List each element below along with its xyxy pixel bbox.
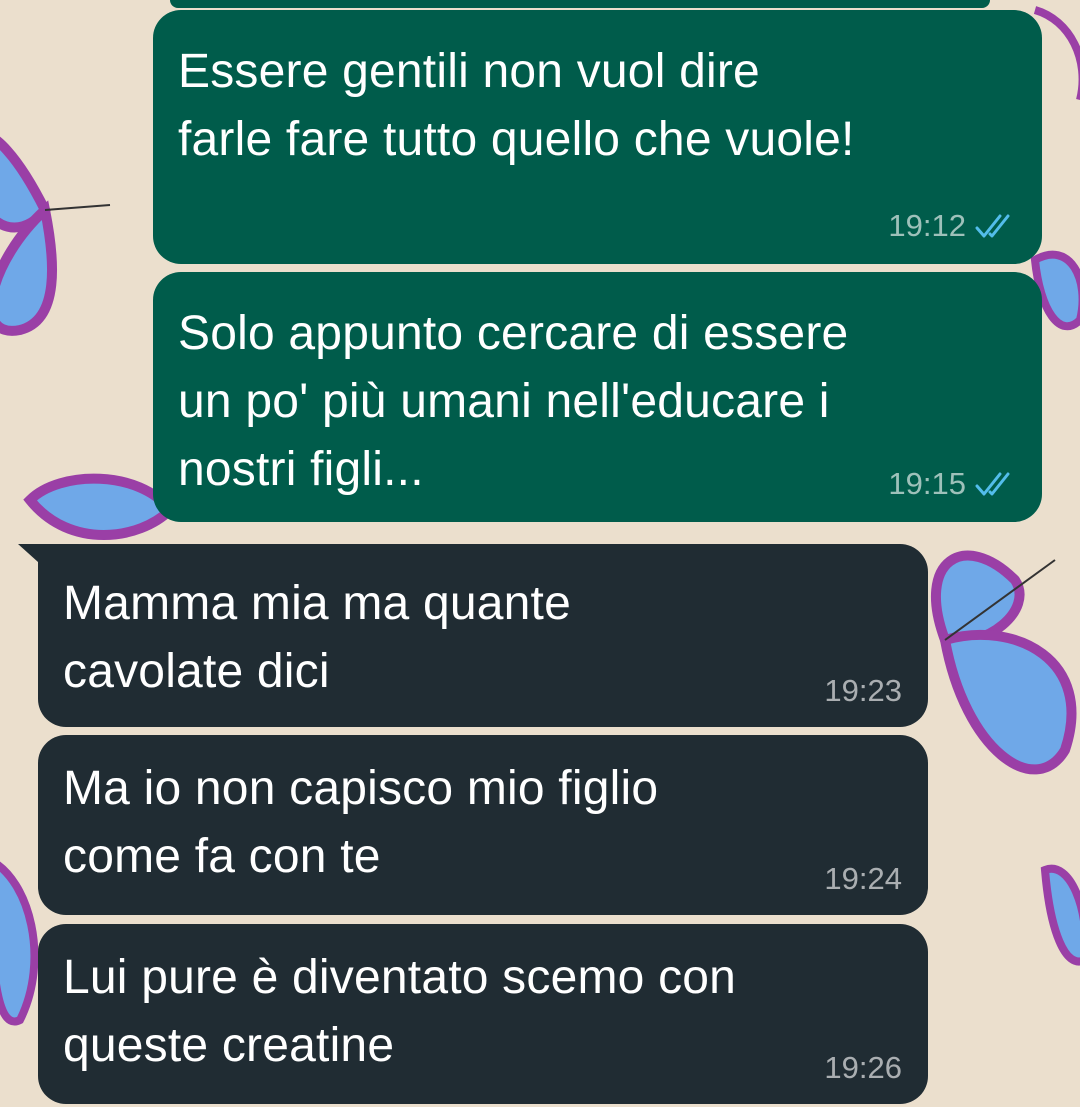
outgoing-message[interactable]: Essere gentili non vuol dire farle fare … — [153, 10, 1042, 264]
message-meta: 19:26 — [824, 1050, 902, 1086]
message-meta: 19:15 — [888, 466, 1016, 502]
message-text: Lui pure è diventato scemo con queste cr… — [63, 951, 737, 1072]
bubble-tail — [18, 544, 58, 580]
message-time: 19:24 — [824, 861, 902, 896]
message-meta: 19:24 — [824, 861, 902, 897]
incoming-message[interactable]: Lui pure è diventato scemo con queste cr… — [38, 924, 928, 1104]
message-text: Solo appunto cercare di essere un po' pi… — [178, 307, 849, 496]
message-time: 19:12 — [888, 208, 966, 243]
message-text: Ma io non capisco mio figlio come fa con… — [63, 762, 659, 883]
message-time: 19:26 — [824, 1050, 902, 1085]
message-meta: 19:23 — [824, 673, 902, 709]
incoming-message[interactable]: Ma io non capisco mio figlio come fa con… — [38, 735, 928, 915]
message-meta: 19:12 — [888, 208, 1016, 244]
message-time: 19:15 — [888, 466, 966, 501]
message-time: 19:23 — [824, 673, 902, 708]
message-text: Essere gentili non vuol dire farle fare … — [178, 45, 855, 166]
double-check-icon — [975, 214, 1010, 238]
incoming-message[interactable]: Mamma mia ma quante cavolate dici 19:23 — [18, 544, 928, 727]
message-thread[interactable]: Essere gentili non vuol dire farle fare … — [0, 0, 1080, 1107]
double-check-icon — [975, 472, 1010, 496]
message-text: Mamma mia ma quante cavolate dici — [63, 577, 571, 698]
outgoing-message[interactable]: Solo appunto cercare di essere un po' pi… — [153, 272, 1042, 522]
